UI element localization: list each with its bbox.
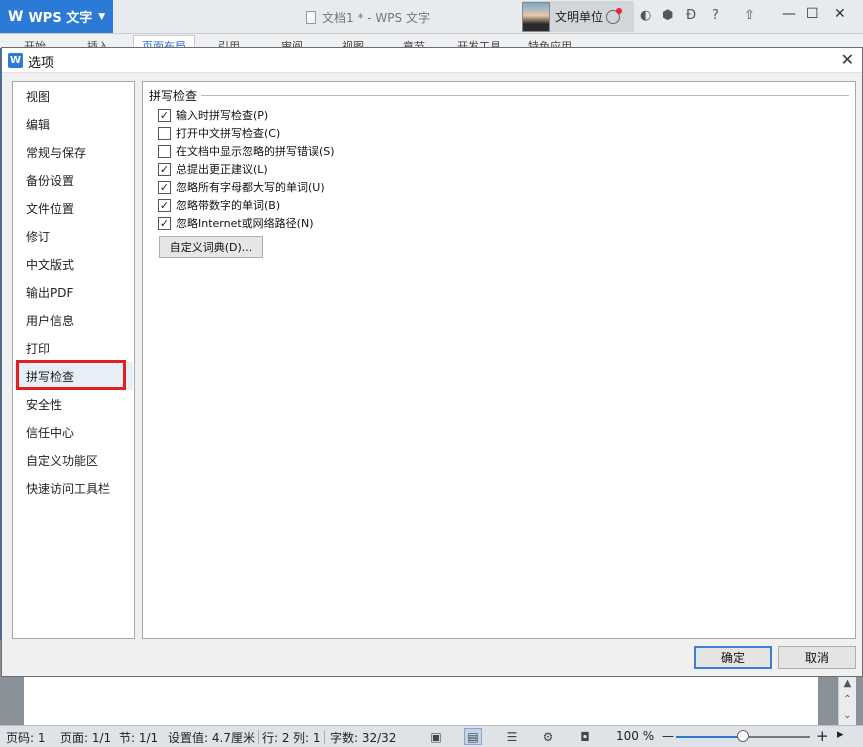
focus-mode-icon[interactable]: ▣: [427, 728, 445, 745]
options-dialog: W 选项 ✕ 视图 编辑 常规与保存 备份设置 文件位置 修订 中文版式 输出P…: [1, 47, 863, 677]
document-title: 文档1 * - WPS 文字: [306, 9, 430, 26]
zoom-out-icon[interactable]: —: [662, 729, 674, 743]
checkbox[interactable]: ✓: [158, 180, 171, 194]
section-header: 拼写检查: [149, 87, 849, 103]
skin-icon[interactable]: ⬢: [662, 8, 673, 24]
app-titlebar: W WPS 文字 ▼ 文档1 * - WPS 文字 文明单位 ◐ ⬢ Ð ? ⇧…: [0, 0, 863, 34]
nav-item-user-info[interactable]: 用户信息: [14, 306, 133, 334]
vertical-scrollbar[interactable]: ▲ ⌃ ⌄: [838, 676, 856, 725]
checkbox[interactable]: ✓: [158, 198, 171, 212]
nav-item-print[interactable]: 打印: [14, 334, 133, 362]
status-page: 页码: 1: [6, 731, 46, 745]
zoom-slider[interactable]: [676, 730, 810, 742]
status-divider: [258, 730, 259, 744]
nav-item-export-pdf[interactable]: 输出PDF: [14, 278, 133, 306]
status-setting: 设置值: 4.7厘米: [168, 731, 255, 745]
option-label: 输入时拼写检查(P): [176, 109, 269, 122]
checkbox[interactable]: [158, 126, 171, 140]
status-bar: 页码: 1 页面: 1/1 节: 1/1 设置值: 4.7厘米 行: 2 列: …: [0, 725, 863, 747]
option-check-while-typing[interactable]: ✓ 输入时拼写检查(P): [158, 107, 268, 123]
option-label: 在文档中显示忽略的拼写错误(S): [176, 145, 335, 158]
option-label: 总提出更正建议(L): [176, 163, 268, 176]
user-name: 文明单位: [555, 10, 604, 24]
restore-ribbon-icon[interactable]: ⇧: [744, 8, 755, 24]
notification-icon[interactable]: [606, 7, 623, 24]
nav-item-view[interactable]: 视图: [14, 82, 133, 110]
status-col: 列: 1: [293, 731, 321, 745]
next-page-icon[interactable]: ⌄: [839, 708, 856, 724]
close-window-icon[interactable]: ✕: [834, 6, 846, 22]
status-row: 行: 2: [262, 731, 290, 745]
nav-item-revision[interactable]: 修订: [14, 222, 133, 250]
nav-item-edit[interactable]: 编辑: [14, 110, 133, 138]
checkbox[interactable]: ✓: [158, 108, 171, 122]
option-ignore-internet-paths[interactable]: ✓ 忽略Internet或网络路径(N): [158, 215, 314, 231]
help-icon[interactable]: ?: [712, 8, 719, 24]
zoom-level[interactable]: 100 %: [616, 729, 654, 743]
dialog-titlebar: W 选项 ✕: [2, 48, 862, 73]
share-icon[interactable]: ◐: [640, 8, 651, 24]
options-nav: 视图 编辑 常规与保存 备份设置 文件位置 修订 中文版式 输出PDF 用户信息…: [12, 81, 135, 639]
status-divider: [324, 730, 325, 744]
prev-page-icon[interactable]: ⌃: [839, 692, 856, 708]
nav-item-trust-center[interactable]: 信任中心: [14, 418, 133, 446]
wps-logo-icon: W: [8, 53, 23, 68]
nav-item-chinese-layout[interactable]: 中文版式: [14, 250, 133, 278]
outline-view-icon[interactable]: ☰: [503, 728, 521, 745]
app-menu-button[interactable]: W WPS 文字 ▼: [0, 0, 113, 33]
spell-check-panel: 拼写检查 ✓ 输入时拼写检查(P) 打开中文拼写检查(C) 在文档中显示忽略的拼…: [142, 81, 856, 639]
nav-item-quick-access[interactable]: 快速访问工具栏: [14, 474, 133, 502]
dialog-title: 选项: [28, 56, 55, 71]
user-account[interactable]: 文明单位: [522, 1, 634, 32]
zoom-slider-fill: [676, 736, 743, 738]
minimize-icon[interactable]: —: [782, 6, 796, 22]
nav-item-security[interactable]: 安全性: [14, 390, 133, 418]
wps-logo-icon: W: [8, 8, 24, 25]
chevron-down-icon: ▼: [98, 11, 106, 22]
option-ignore-numbers[interactable]: ✓ 忽略带数字的单词(B): [158, 197, 280, 213]
checkbox[interactable]: ✓: [158, 162, 171, 176]
feedback-icon[interactable]: Ð: [686, 8, 696, 24]
checkbox[interactable]: ✓: [158, 216, 171, 230]
option-label: 打开中文拼写检查(C): [176, 127, 281, 140]
nav-item-file-location[interactable]: 文件位置: [14, 194, 133, 222]
nav-item-customize-ribbon[interactable]: 自定义功能区: [14, 446, 133, 474]
maximize-icon[interactable]: ☐: [806, 6, 819, 22]
ok-button[interactable]: 确定: [694, 646, 772, 669]
option-label: 忽略带数字的单词(B): [176, 199, 281, 212]
option-always-suggest[interactable]: ✓ 总提出更正建议(L): [158, 161, 268, 177]
ribbon-tabs: 开始 插入 页面布局 引用 审阅 视图 章节 开发工具 特色应用: [0, 34, 863, 48]
option-show-ignored-errors[interactable]: 在文档中显示忽略的拼写错误(S): [158, 143, 335, 159]
nav-item-general-save[interactable]: 常规与保存: [14, 138, 133, 166]
custom-dictionary-button[interactable]: 自定义词典(D)...: [159, 236, 263, 258]
status-words[interactable]: 字数: 32/32: [330, 729, 396, 746]
nav-item-spell-check[interactable]: 拼写检查: [14, 362, 133, 390]
close-icon[interactable]: ✕: [841, 50, 854, 70]
avatar[interactable]: [522, 1, 550, 32]
zoom-in-icon[interactable]: +: [816, 727, 829, 745]
section-title: 拼写检查: [149, 88, 198, 103]
option-label: 忽略Internet或网络路径(N): [176, 217, 314, 230]
status-pages: 页面: 1/1: [60, 731, 112, 745]
zoom-slider-thumb[interactable]: [737, 730, 749, 742]
zoom-dropdown-icon[interactable]: ▸: [837, 727, 844, 742]
document-title-text: 文档1 * - WPS 文字: [322, 11, 430, 25]
cancel-button[interactable]: 取消: [778, 646, 856, 669]
page-view-icon[interactable]: ▤: [464, 728, 482, 745]
scroll-up-icon[interactable]: ▲: [839, 676, 856, 692]
option-chinese-spell-check[interactable]: 打开中文拼写检查(C): [158, 125, 280, 141]
nav-item-backup[interactable]: 备份设置: [14, 166, 133, 194]
watermark-url: jingyan.baidu.com: [690, 703, 792, 716]
option-ignore-uppercase[interactable]: ✓ 忽略所有字母都大写的单词(U): [158, 179, 325, 195]
app-name: WPS 文字: [28, 11, 93, 26]
status-section: 节: 1/1: [119, 731, 159, 745]
checkbox[interactable]: [158, 144, 171, 158]
section-divider: [201, 95, 849, 96]
web-view-icon[interactable]: ◘: [576, 728, 594, 745]
reading-view-icon[interactable]: ⚙: [539, 728, 557, 745]
option-label: 忽略所有字母都大写的单词(U): [176, 181, 325, 194]
document-icon: [306, 11, 316, 24]
